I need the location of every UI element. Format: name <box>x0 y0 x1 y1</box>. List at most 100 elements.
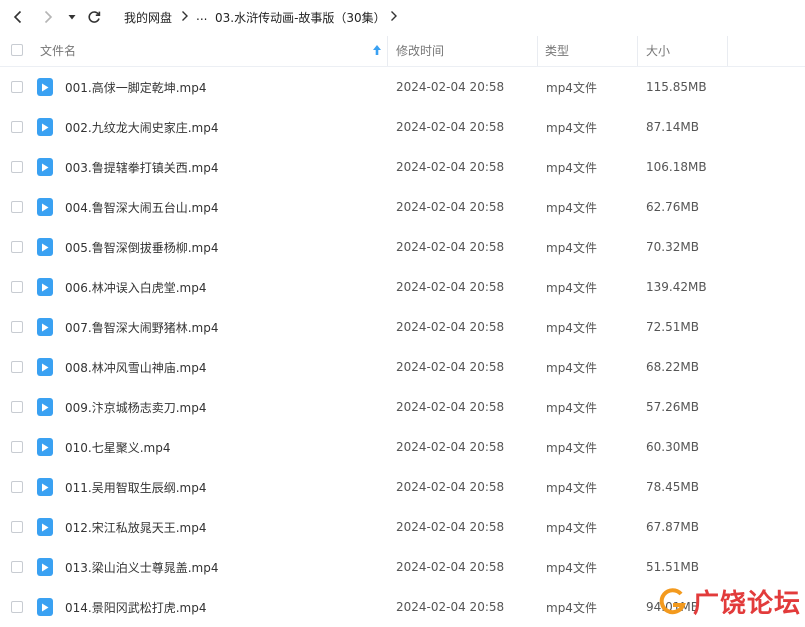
row-checkbox[interactable] <box>11 387 23 427</box>
file-type: mp4文件 <box>546 240 597 255</box>
file-modified: 2024-02-04 20:58 <box>396 520 505 534</box>
file-name[interactable]: 010.七星聚义.mp4 <box>65 427 170 467</box>
file-row[interactable]: 004.鲁智深大闹五台山.mp4 2024-02-04 20:58 mp4文件 … <box>0 187 805 227</box>
file-size: 87.14MB <box>646 120 699 134</box>
file-type: mp4文件 <box>546 360 597 375</box>
forward-icon[interactable] <box>40 9 56 25</box>
file-row[interactable]: 010.七星聚义.mp4 2024-02-04 20:58 mp4文件 60.3… <box>0 427 805 467</box>
breadcrumb-more-icon[interactable] <box>389 9 399 26</box>
file-name[interactable]: 014.景阳冈武松打虎.mp4 <box>65 587 206 627</box>
column-divider[interactable] <box>727 36 728 66</box>
file-modified: 2024-02-04 20:58 <box>396 160 505 174</box>
video-file-icon <box>37 547 53 587</box>
file-type: mp4文件 <box>546 280 597 295</box>
row-checkbox[interactable] <box>11 107 23 147</box>
file-row[interactable]: 008.林冲风雪山神庙.mp4 2024-02-04 20:58 mp4文件 6… <box>0 347 805 387</box>
video-file-icon <box>37 387 53 427</box>
file-modified: 2024-02-04 20:58 <box>396 240 505 254</box>
file-size: 72.51MB <box>646 320 699 334</box>
column-size[interactable]: 大小 <box>646 34 670 66</box>
file-name[interactable]: 002.九纹龙大闹史家庄.mp4 <box>65 107 218 147</box>
video-file-icon <box>37 347 53 387</box>
file-row[interactable]: 013.梁山泊义士尊晁盖.mp4 2024-02-04 20:58 mp4文件 … <box>0 547 805 587</box>
breadcrumb-root[interactable]: 我的网盘 <box>124 9 172 26</box>
file-modified: 2024-02-04 20:58 <box>396 360 505 374</box>
refresh-icon[interactable] <box>86 9 102 25</box>
column-type[interactable]: 类型 <box>545 34 569 66</box>
row-checkbox[interactable] <box>11 227 23 267</box>
file-name[interactable]: 012.宋江私放晁天王.mp4 <box>65 507 206 547</box>
video-file-icon <box>37 147 53 187</box>
file-modified: 2024-02-04 20:58 <box>396 120 505 134</box>
file-row[interactable]: 009.汴京城杨志卖刀.mp4 2024-02-04 20:58 mp4文件 5… <box>0 387 805 427</box>
file-type: mp4文件 <box>546 320 597 335</box>
video-file-icon <box>37 67 53 107</box>
file-modified: 2024-02-04 20:58 <box>396 480 505 494</box>
file-name[interactable]: 011.吴用智取生辰纲.mp4 <box>65 467 206 507</box>
video-file-icon <box>37 187 53 227</box>
file-list: 001.高俅一脚定乾坤.mp4 2024-02-04 20:58 mp4文件 1… <box>0 67 805 627</box>
video-file-icon <box>37 267 53 307</box>
select-all-checkbox[interactable] <box>11 34 23 66</box>
file-size: 60.30MB <box>646 440 699 454</box>
column-divider[interactable] <box>537 36 538 66</box>
file-row[interactable]: 012.宋江私放晁天王.mp4 2024-02-04 20:58 mp4文件 6… <box>0 507 805 547</box>
file-name[interactable]: 009.汴京城杨志卖刀.mp4 <box>65 387 206 427</box>
file-size: 139.42MB <box>646 280 707 294</box>
row-checkbox[interactable] <box>11 507 23 547</box>
file-name[interactable]: 005.鲁智深倒拔垂杨柳.mp4 <box>65 227 218 267</box>
row-checkbox[interactable] <box>11 267 23 307</box>
video-file-icon <box>37 467 53 507</box>
row-checkbox[interactable] <box>11 147 23 187</box>
file-name[interactable]: 006.林冲误入白虎堂.mp4 <box>65 267 206 307</box>
file-modified: 2024-02-04 20:58 <box>396 600 505 614</box>
file-type: mp4文件 <box>546 200 597 215</box>
file-size: 62.76MB <box>646 200 699 214</box>
file-type: mp4文件 <box>546 600 597 615</box>
file-name[interactable]: 003.鲁提辖拳打镇关西.mp4 <box>65 147 218 187</box>
file-type: mp4文件 <box>546 160 597 175</box>
file-row[interactable]: 003.鲁提辖拳打镇关西.mp4 2024-02-04 20:58 mp4文件 … <box>0 147 805 187</box>
arrow-up-icon[interactable] <box>372 34 382 66</box>
breadcrumb-ellipsis[interactable]: ... <box>196 9 207 23</box>
file-type: mp4文件 <box>546 480 597 495</box>
file-type: mp4文件 <box>546 400 597 415</box>
column-modified[interactable]: 修改时间 <box>396 34 444 66</box>
video-file-icon <box>37 427 53 467</box>
breadcrumb-separator-icon <box>180 9 190 26</box>
file-modified: 2024-02-04 20:58 <box>396 200 505 214</box>
row-checkbox[interactable] <box>11 347 23 387</box>
file-row[interactable]: 002.九纹龙大闹史家庄.mp4 2024-02-04 20:58 mp4文件 … <box>0 107 805 147</box>
file-name[interactable]: 008.林冲风雪山神庙.mp4 <box>65 347 206 387</box>
row-checkbox[interactable] <box>11 547 23 587</box>
file-name[interactable]: 004.鲁智深大闹五台山.mp4 <box>65 187 218 227</box>
navigation-bar: 我的网盘 ... 03.水浒传动画-故事版（30集） <box>0 0 805 34</box>
column-name[interactable]: 文件名 <box>40 34 76 66</box>
file-row[interactable]: 006.林冲误入白虎堂.mp4 2024-02-04 20:58 mp4文件 1… <box>0 267 805 307</box>
file-row[interactable]: 005.鲁智深倒拔垂杨柳.mp4 2024-02-04 20:58 mp4文件 … <box>0 227 805 267</box>
row-checkbox[interactable] <box>11 67 23 107</box>
file-row[interactable]: 011.吴用智取生辰纲.mp4 2024-02-04 20:58 mp4文件 7… <box>0 467 805 507</box>
file-type: mp4文件 <box>546 80 597 95</box>
file-name[interactable]: 013.梁山泊义士尊晁盖.mp4 <box>65 547 218 587</box>
file-modified: 2024-02-04 20:58 <box>396 400 505 414</box>
file-modified: 2024-02-04 20:58 <box>396 80 505 94</box>
row-checkbox[interactable] <box>11 427 23 467</box>
file-name[interactable]: 007.鲁智深大闹野猪林.mp4 <box>65 307 218 347</box>
back-icon[interactable] <box>10 9 26 25</box>
file-name[interactable]: 001.高俅一脚定乾坤.mp4 <box>65 67 206 107</box>
row-checkbox[interactable] <box>11 467 23 507</box>
video-file-icon <box>37 587 53 627</box>
file-type: mp4文件 <box>546 120 597 135</box>
file-modified: 2024-02-04 20:58 <box>396 320 505 334</box>
row-checkbox[interactable] <box>11 587 23 627</box>
row-checkbox[interactable] <box>11 307 23 347</box>
file-size: 78.45MB <box>646 480 699 494</box>
file-row[interactable]: 001.高俅一脚定乾坤.mp4 2024-02-04 20:58 mp4文件 1… <box>0 67 805 107</box>
column-divider[interactable] <box>637 36 638 66</box>
history-dropdown-icon[interactable] <box>67 12 77 22</box>
file-size: 67.87MB <box>646 520 699 534</box>
file-row[interactable]: 007.鲁智深大闹野猪林.mp4 2024-02-04 20:58 mp4文件 … <box>0 307 805 347</box>
column-divider[interactable] <box>387 36 388 66</box>
row-checkbox[interactable] <box>11 187 23 227</box>
